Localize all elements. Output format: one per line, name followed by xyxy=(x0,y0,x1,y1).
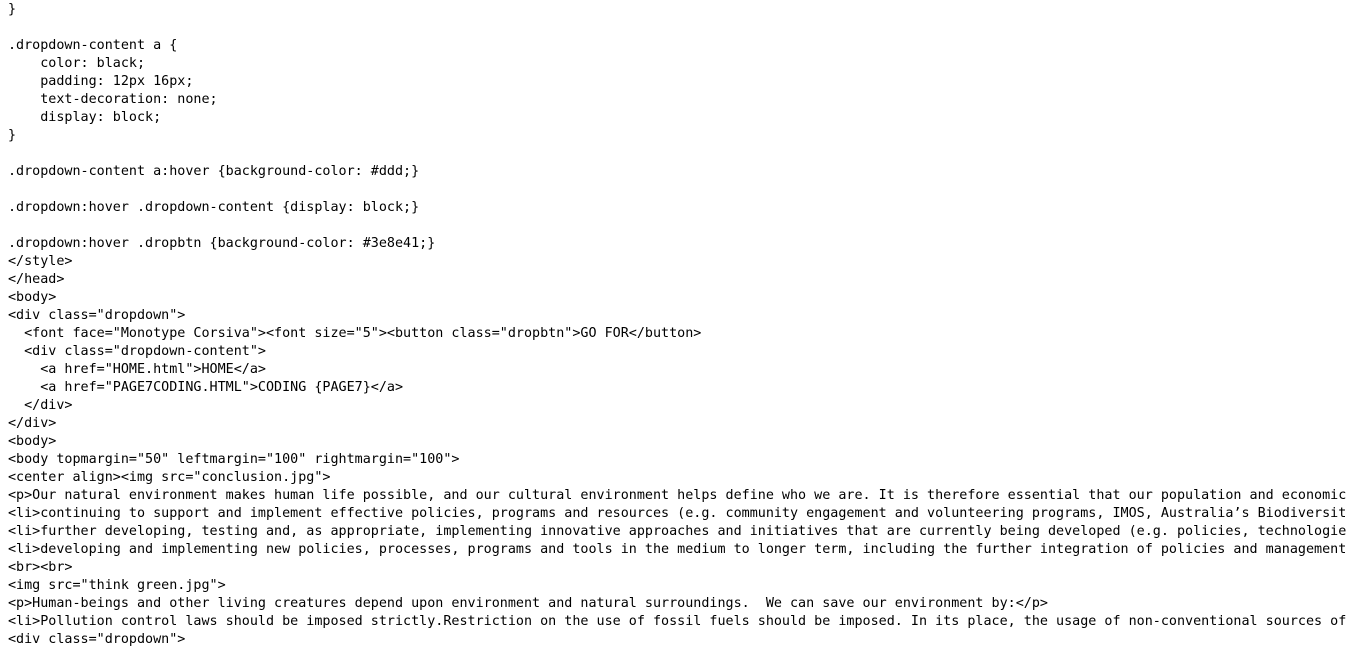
code-line: <body> xyxy=(8,434,57,449)
code-line: <div class="dropdown"> xyxy=(8,308,186,323)
code-line: <body> xyxy=(8,290,57,305)
code-line: <img src="think green.jpg"> xyxy=(8,578,226,593)
code-line: padding: 12px 16px; xyxy=(8,74,194,89)
code-line: <p>Human-beings and other living creatur… xyxy=(8,596,1048,611)
code-line: <div class="dropdown"> xyxy=(8,632,186,647)
code-line: <p>Our natural environment makes human l… xyxy=(8,488,1347,503)
code-line: } xyxy=(8,2,17,17)
code-line: .dropdown:hover .dropbtn {background-col… xyxy=(8,236,436,251)
code-text-area[interactable]: } .dropdown-content a { color: black; pa… xyxy=(8,1,1347,649)
code-line: <li>continuing to support and implement … xyxy=(8,506,1347,521)
code-line: text-decoration: none; xyxy=(8,92,218,107)
code-line: </div> xyxy=(8,398,73,413)
code-line: </style> xyxy=(8,254,73,269)
code-line: <a href="HOME.html">HOME</a> xyxy=(8,362,266,377)
code-line: display: block; xyxy=(8,110,162,125)
code-line: <center align><img src="conclusion.jpg"> xyxy=(8,470,331,485)
code-line: <br><br> xyxy=(8,560,73,575)
code-editor[interactable]: } .dropdown-content a { color: black; pa… xyxy=(0,0,1347,661)
code-line: </div> xyxy=(8,416,57,431)
code-line: .dropdown:hover .dropdown-content {displ… xyxy=(8,200,420,215)
code-line: <li>further developing, testing and, as … xyxy=(8,524,1347,539)
code-line: <body topmargin="50" leftmargin="100" ri… xyxy=(8,452,460,467)
code-line: <font face="Monotype Corsiva"><font size… xyxy=(8,326,702,341)
code-line: .dropdown-content a:hover {background-co… xyxy=(8,164,420,179)
code-line: color: black; xyxy=(8,56,146,71)
code-line: </head> xyxy=(8,272,65,287)
code-line: .dropdown-content a { xyxy=(8,38,178,53)
code-line: <li>Pollution control laws should be imp… xyxy=(8,614,1347,629)
code-line: } xyxy=(8,128,17,143)
code-line: <a href="PAGE7CODING.HTML">CODING {PAGE7… xyxy=(8,380,404,395)
code-line: <div class="dropdown-content"> xyxy=(8,344,266,359)
code-line: <li>developing and implementing new poli… xyxy=(8,542,1347,557)
